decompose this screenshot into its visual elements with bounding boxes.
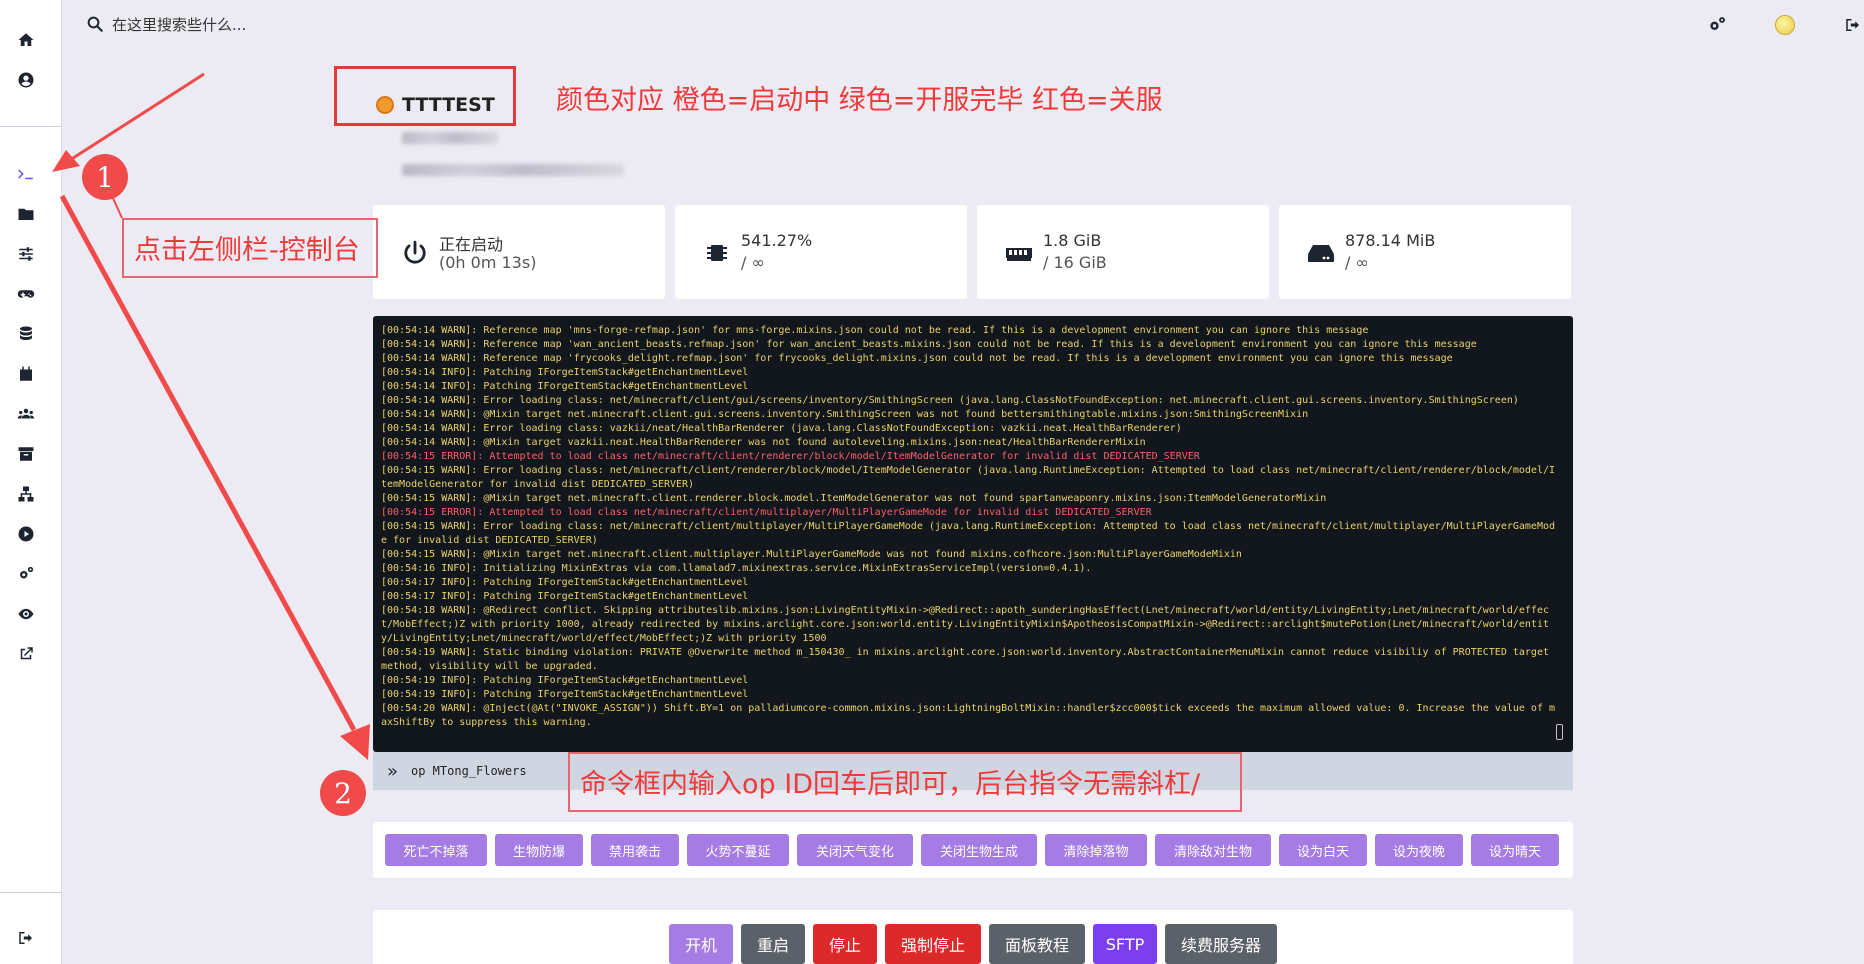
archive-icon[interactable] <box>14 442 38 466</box>
control-button[interactable]: 重启 <box>741 924 805 964</box>
console-line: [00:54:14 WARN]: Reference map 'mns-forg… <box>381 325 1369 336</box>
status-card: 正在启动 (0h 0m 13s) <box>373 205 665 299</box>
memory-icon <box>1005 239 1033 267</box>
server-control-panel: 开机 重启 停止 强制停止 面板教程 SFTP 续费服务器 <box>373 910 1573 964</box>
eye-icon[interactable] <box>14 602 38 626</box>
command-chevron-icon: » <box>387 761 399 782</box>
uptime-text: (0h 0m 13s) <box>439 253 537 272</box>
console-line: [00:54:16 INFO]: Initializing MixinExtra… <box>381 563 1092 574</box>
search-input[interactable] <box>112 12 712 38</box>
hard-drive-icon <box>1307 239 1335 267</box>
cpu-icon <box>703 239 731 267</box>
quick-commands-panel: 死亡不掉落 生物防爆 禁用袭击 火势不蔓延 关闭天气变化 关闭生物生成 清除掉落物 清除敌对生… <box>373 822 1573 878</box>
sidebar-divider-bottom <box>0 892 62 893</box>
console-line: [00:54:15 WARN]: @Mixin target net.minec… <box>381 493 1327 504</box>
sidebar-divider <box>0 126 62 127</box>
console-line: [00:54:17 INFO]: Patching IForgeItemStac… <box>381 577 749 588</box>
color-legend-annotation: 颜色对应 橙色=启动中 绿色=开服完毕 红色=关服 <box>556 85 1163 116</box>
quick-command-button[interactable]: 清除敌对生物 <box>1155 834 1271 866</box>
settings-cogs-icon[interactable] <box>1706 14 1728 36</box>
console-line: [00:54:15 WARN]: @Mixin target net.minec… <box>381 549 1242 560</box>
console-line: [00:54:18 WARN]: @Redirect conflict. Ski… <box>381 605 1549 644</box>
redacted-address <box>402 164 624 176</box>
console-line: [00:54:14 WARN]: Reference map 'wan_anci… <box>381 339 1477 350</box>
search-icon <box>87 16 103 32</box>
settings-sliders-icon[interactable] <box>14 242 38 266</box>
sign-out-icon[interactable] <box>1842 14 1864 36</box>
step2-annotation: 命令框内输入op ID回车后即可，后台指令无需斜杠/ <box>580 769 1201 800</box>
console-line: [00:54:14 WARN]: @Mixin target net.minec… <box>381 409 1309 420</box>
power-icon <box>401 239 429 267</box>
user-avatar[interactable] <box>1774 14 1796 36</box>
control-button[interactable]: 停止 <box>813 924 877 964</box>
disk-usage: 878.14 MiB <box>1345 231 1436 250</box>
server-status-dot <box>376 96 394 114</box>
disk-limit: / ∞ <box>1345 253 1369 272</box>
cpu-limit: / ∞ <box>741 253 765 272</box>
cogs-icon[interactable] <box>14 562 38 586</box>
console-output[interactable]: [00:54:14 WARN]: Reference map 'mns-forg… <box>373 316 1573 752</box>
users-icon[interactable] <box>14 402 38 426</box>
console-log: [00:54:14 WARN]: Reference map 'mns-forg… <box>381 324 1561 730</box>
console-line: [00:54:19 WARN]: Static binding violatio… <box>381 647 1556 672</box>
console-line: [00:54:19 INFO]: Patching IForgeItemStac… <box>381 689 749 700</box>
gamepad-icon[interactable] <box>14 282 38 306</box>
console-line: [00:54:14 INFO]: Patching IForgeItemStac… <box>381 381 749 392</box>
control-button[interactable]: 开机 <box>669 924 733 964</box>
memory-card: 1.8 GiB / 16 GiB <box>977 205 1269 299</box>
control-button[interactable]: 续费服务器 <box>1165 924 1277 964</box>
console-icon[interactable] <box>14 162 38 186</box>
folder-icon[interactable] <box>14 202 38 226</box>
console-line: [00:54:15 ERROR]: Attempted to load clas… <box>381 507 1152 518</box>
disk-card: 878.14 MiB / ∞ <box>1279 205 1571 299</box>
console-line: [00:54:14 WARN]: Reference map 'frycooks… <box>381 353 1453 364</box>
step2-number: 2 <box>320 770 366 816</box>
cpu-usage: 541.27% <box>741 231 813 250</box>
quick-command-button[interactable]: 设为晴天 <box>1471 834 1559 866</box>
console-line: [00:54:14 WARN]: @Mixin target vazkii.ne… <box>381 437 1146 448</box>
quick-command-button[interactable]: 死亡不掉落 <box>385 834 487 866</box>
console-line: [00:54:15 WARN]: Error loading class: ne… <box>381 521 1555 546</box>
redacted-info <box>402 132 498 144</box>
play-icon[interactable] <box>14 522 38 546</box>
quick-command-button[interactable]: 设为白天 <box>1279 834 1367 866</box>
quick-command-button[interactable]: 火势不蔓延 <box>687 834 789 866</box>
logout-icon[interactable] <box>14 926 38 950</box>
account-icon[interactable] <box>14 68 38 92</box>
calendar-icon[interactable] <box>14 362 38 386</box>
step1-number: 1 <box>82 154 128 200</box>
home-icon[interactable] <box>14 28 38 52</box>
console-line: [00:54:14 WARN]: Error loading class: va… <box>381 423 1182 434</box>
quick-command-button[interactable]: 关闭天气变化 <box>797 834 913 866</box>
console-line: [00:54:14 INFO]: Patching IForgeItemStac… <box>381 367 749 378</box>
status-text: 正在启动 <box>439 235 504 254</box>
sidebar <box>0 0 62 964</box>
server-name: TTTTEST <box>402 94 495 116</box>
console-line: [00:54:15 WARN]: Error loading class: ne… <box>381 465 1555 490</box>
cpu-card: 541.27% / ∞ <box>675 205 967 299</box>
external-link-icon[interactable] <box>14 642 38 666</box>
top-bar <box>62 0 1864 50</box>
quick-command-button[interactable]: 设为夜晚 <box>1375 834 1463 866</box>
step1-annotation: 点击左侧栏-控制台 <box>134 235 360 266</box>
console-line: [00:54:17 INFO]: Patching IForgeItemStac… <box>381 591 749 602</box>
console-line: [00:54:20 WARN]: @Inject(@At("INVOKE_ASS… <box>381 703 1555 728</box>
control-button[interactable]: SFTP <box>1093 924 1157 964</box>
memory-limit: / 16 GiB <box>1043 253 1107 272</box>
quick-command-button[interactable]: 清除掉落物 <box>1045 834 1147 866</box>
console-scrollbar[interactable] <box>1556 724 1563 740</box>
console-line: [00:54:14 WARN]: Error loading class: ne… <box>381 395 1519 406</box>
quick-command-button[interactable]: 生物防爆 <box>495 834 583 866</box>
control-button[interactable]: 强制停止 <box>885 924 981 964</box>
console-line: [00:54:19 INFO]: Patching IForgeItemStac… <box>381 675 749 686</box>
control-button[interactable]: 面板教程 <box>989 924 1085 964</box>
quick-command-button[interactable]: 禁用袭击 <box>591 834 679 866</box>
network-icon[interactable] <box>14 482 38 506</box>
database-icon[interactable] <box>14 322 38 346</box>
console-line: [00:54:15 ERROR]: Attempted to load clas… <box>381 451 1200 462</box>
memory-usage: 1.8 GiB <box>1043 231 1102 250</box>
quick-command-button[interactable]: 关闭生物生成 <box>921 834 1037 866</box>
